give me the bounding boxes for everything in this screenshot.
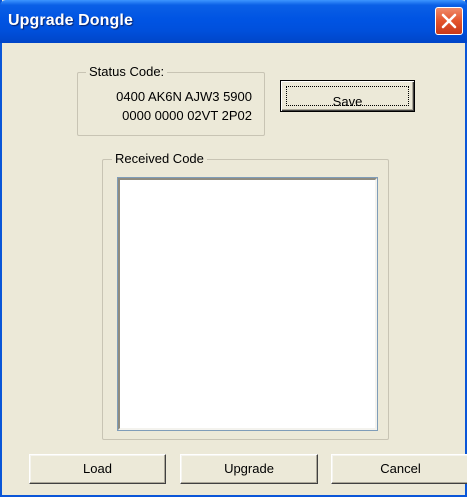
cancel-button[interactable]: Cancel bbox=[331, 454, 467, 484]
status-code-line-2: 0000 0000 02VT 2P02 bbox=[122, 108, 252, 123]
close-icon bbox=[441, 13, 457, 29]
close-button[interactable] bbox=[435, 7, 463, 35]
upgrade-dongle-dialog: Upgrade Dongle Status Code: 0400 AK6N AJ… bbox=[0, 0, 467, 497]
upgrade-button-label: Upgrade bbox=[224, 461, 274, 476]
received-code-group: Received Code bbox=[102, 151, 389, 440]
window-title: Upgrade Dongle bbox=[8, 12, 133, 29]
cancel-button-label: Cancel bbox=[380, 461, 421, 476]
title-bar[interactable]: Upgrade Dongle bbox=[0, 0, 467, 43]
received-code-label: Received Code bbox=[112, 151, 207, 167]
save-button[interactable]: Save bbox=[280, 80, 415, 112]
load-button[interactable]: Load bbox=[29, 454, 166, 484]
received-code-input[interactable] bbox=[117, 177, 378, 431]
load-button-label: Load bbox=[83, 461, 112, 476]
status-code-line-1: 0400 AK6N AJW3 5900 bbox=[116, 89, 252, 104]
upgrade-button[interactable]: Upgrade bbox=[180, 454, 318, 484]
status-code-group: Status Code: 0400 AK6N AJW3 5900 0000 00… bbox=[77, 64, 265, 136]
status-code-label: Status Code: bbox=[86, 64, 168, 80]
save-button-label: Save bbox=[332, 94, 363, 109]
